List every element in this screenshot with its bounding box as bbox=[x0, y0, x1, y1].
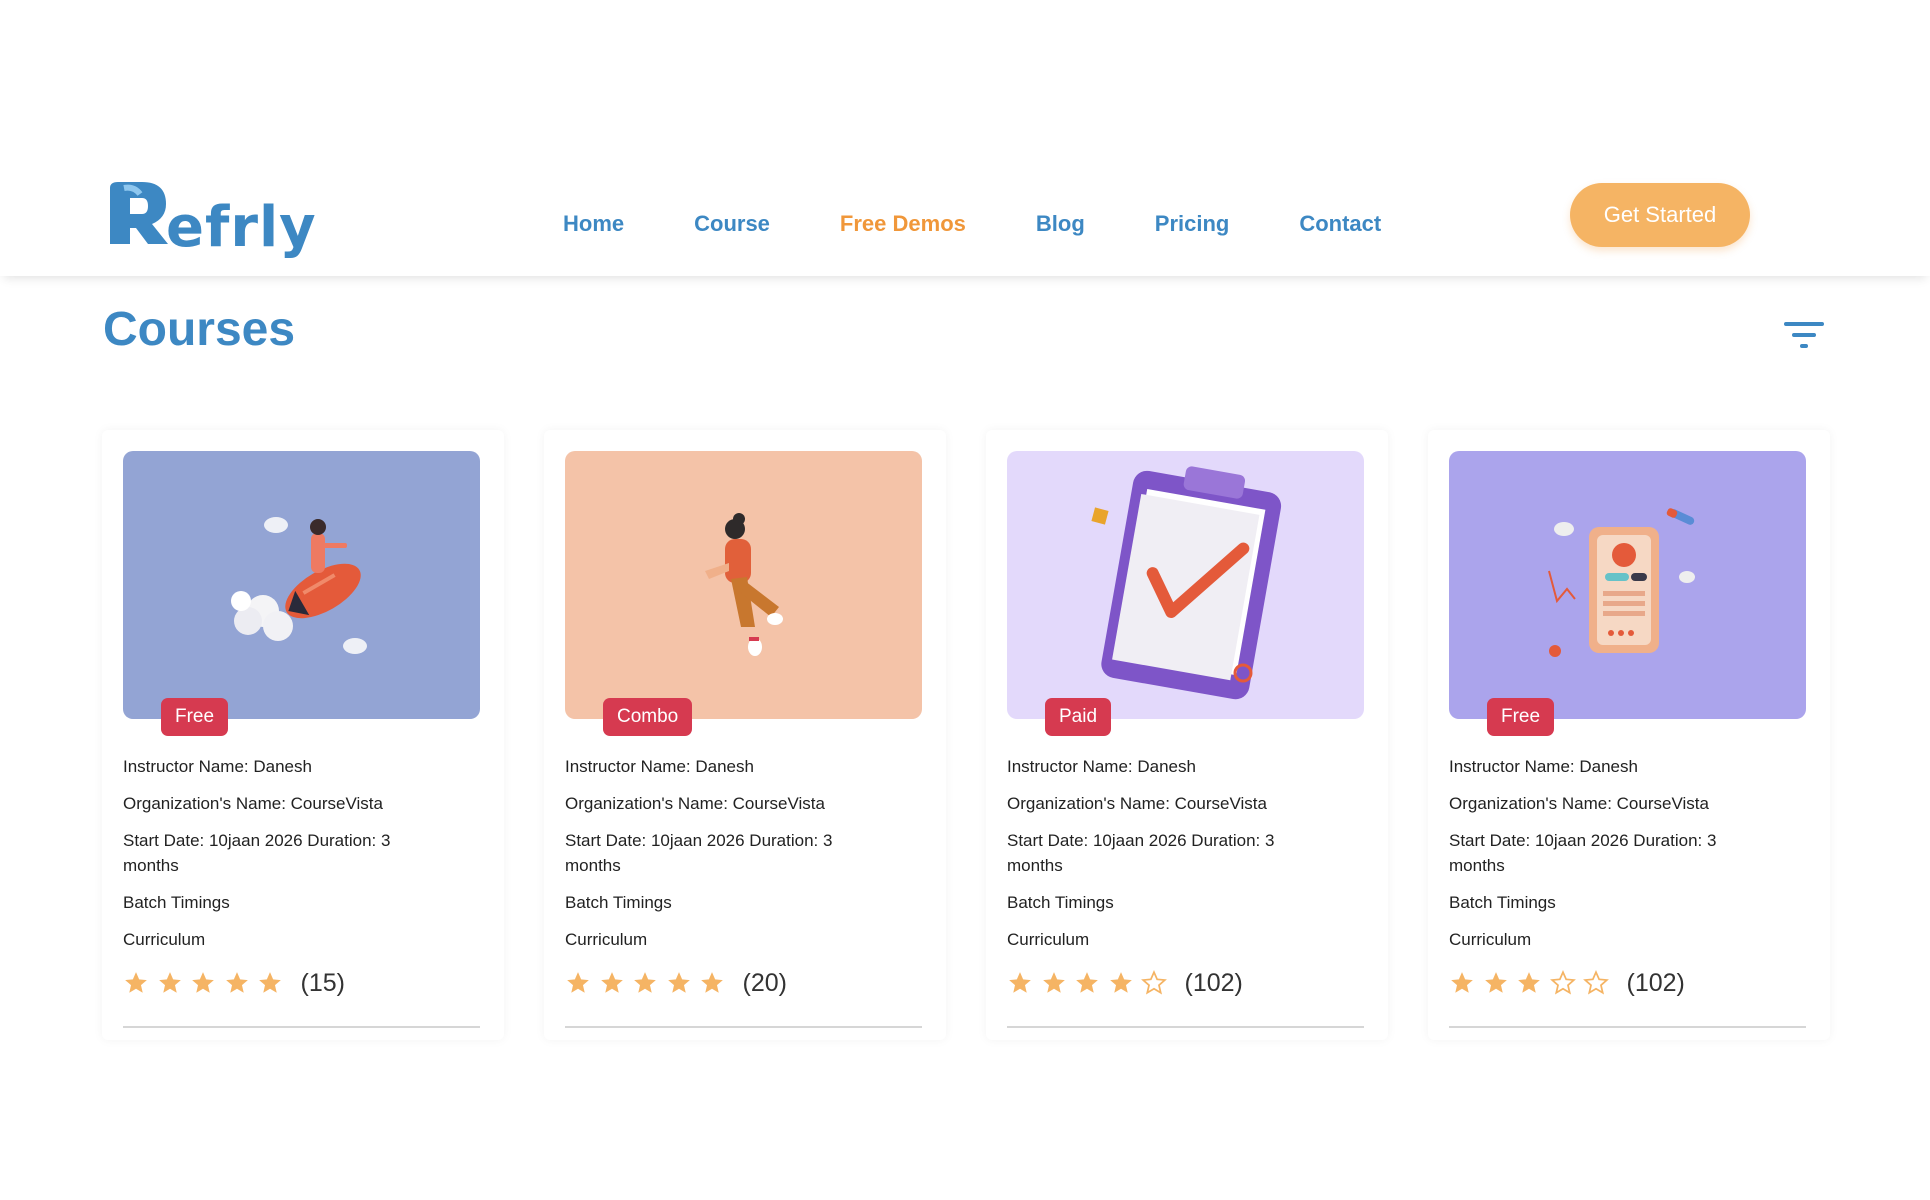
filter-icon bbox=[1784, 322, 1824, 348]
course-thumbnail[interactable] bbox=[1007, 451, 1364, 719]
rating: (102) bbox=[1449, 968, 1685, 998]
course-type-badge: Combo bbox=[603, 698, 693, 736]
site-header: efrly Home Course Free Demos Blog Pricin… bbox=[0, 148, 1930, 276]
course-meta: Instructor Name: Danesh Organization's N… bbox=[1007, 754, 1307, 964]
clipboard-illustration bbox=[1007, 451, 1364, 719]
course-type-badge: Free bbox=[161, 698, 229, 736]
card-divider bbox=[1449, 1026, 1806, 1028]
course-type-badge: Paid bbox=[1045, 698, 1112, 736]
nav-course[interactable]: Course bbox=[694, 211, 770, 237]
start-duration: Start Date: 10jaan 2026 Duration: 3 mont… bbox=[1449, 831, 1717, 875]
course-thumbnail[interactable] bbox=[565, 451, 922, 719]
rating-count: (20) bbox=[742, 968, 787, 997]
start-duration: Start Date: 10jaan 2026 Duration: 3 mont… bbox=[1007, 831, 1275, 875]
curriculum-link[interactable]: Curriculum bbox=[565, 927, 865, 952]
star-filled-icon bbox=[634, 972, 656, 993]
course-card[interactable]: Free Instructor Name: Danesh Organizatio… bbox=[102, 430, 504, 1040]
course-meta: Instructor Name: Danesh Organization's N… bbox=[565, 754, 865, 964]
star-filled-icon bbox=[259, 972, 281, 993]
star-filled-icon bbox=[192, 972, 214, 993]
course-thumbnail[interactable] bbox=[1449, 451, 1806, 719]
star-filled-icon bbox=[1042, 972, 1065, 993]
organization-name: Organization's Name: CourseVista bbox=[1007, 794, 1267, 813]
instructor-name: Instructor Name: Danesh bbox=[1007, 757, 1196, 776]
rating-count: (102) bbox=[1184, 968, 1243, 997]
card-divider bbox=[565, 1026, 922, 1028]
star-filled-icon bbox=[1484, 972, 1507, 993]
star-filled-icon bbox=[1109, 972, 1132, 993]
organization-name: Organization's Name: CourseVista bbox=[123, 794, 383, 813]
rocket-illustration bbox=[123, 451, 480, 719]
rating: (20) bbox=[565, 968, 787, 998]
person-illustration bbox=[565, 451, 922, 719]
rating: (102) bbox=[1007, 968, 1243, 998]
course-card[interactable]: Free Instructor Name: Danesh Organizatio… bbox=[1428, 430, 1830, 1040]
profile-phone-illustration bbox=[1449, 451, 1806, 719]
curriculum-link[interactable]: Curriculum bbox=[1449, 927, 1749, 952]
star-empty-icon bbox=[1549, 970, 1576, 995]
curriculum-link[interactable]: Curriculum bbox=[123, 927, 423, 952]
card-divider bbox=[1007, 1026, 1364, 1028]
organization-name: Organization's Name: CourseVista bbox=[1449, 794, 1709, 813]
star-filled-icon bbox=[567, 972, 589, 993]
star-filled-icon bbox=[701, 972, 723, 993]
instructor-name: Instructor Name: Danesh bbox=[123, 757, 312, 776]
nav-pricing[interactable]: Pricing bbox=[1155, 211, 1230, 237]
star-filled-icon bbox=[600, 972, 623, 993]
start-duration: Start Date: 10jaan 2026 Duration: 3 mont… bbox=[565, 831, 833, 875]
nav-free-demos[interactable]: Free Demos bbox=[840, 211, 966, 237]
svg-text:efrly: efrly bbox=[166, 195, 317, 260]
course-meta: Instructor Name: Danesh Organization's N… bbox=[123, 754, 423, 964]
page: efrly Home Course Free Demos Blog Pricin… bbox=[0, 0, 1930, 1200]
batch-timings-link[interactable]: Batch Timings bbox=[565, 890, 865, 915]
star-rating bbox=[1449, 970, 1617, 996]
instructor-name: Instructor Name: Danesh bbox=[1449, 757, 1638, 776]
page-title: Courses bbox=[103, 303, 296, 356]
course-thumbnail[interactable] bbox=[123, 451, 480, 719]
organization-name: Organization's Name: CourseVista bbox=[565, 794, 825, 813]
star-filled-icon bbox=[1009, 972, 1031, 993]
rating-count: (102) bbox=[1626, 968, 1685, 997]
star-filled-icon bbox=[1076, 972, 1098, 993]
star-rating bbox=[123, 970, 291, 996]
star-filled-icon bbox=[667, 972, 690, 993]
star-filled-icon bbox=[225, 972, 248, 993]
star-filled-icon bbox=[158, 972, 181, 993]
course-card[interactable]: Combo Instructor Name: Danesh Organizati… bbox=[544, 430, 946, 1040]
get-started-button[interactable]: Get Started bbox=[1570, 183, 1750, 247]
star-filled-icon bbox=[125, 972, 147, 993]
course-cards: Free Instructor Name: Danesh Organizatio… bbox=[0, 430, 1930, 1040]
nav-blog[interactable]: Blog bbox=[1036, 211, 1085, 237]
main-nav: Home Course Free Demos Blog Pricing Cont… bbox=[563, 204, 1451, 244]
course-meta: Instructor Name: Danesh Organization's N… bbox=[1449, 754, 1749, 964]
star-rating bbox=[565, 970, 733, 996]
star-empty-icon bbox=[1141, 970, 1167, 995]
rating: (15) bbox=[123, 968, 345, 998]
instructor-name: Instructor Name: Danesh bbox=[565, 757, 754, 776]
star-filled-icon bbox=[1518, 972, 1540, 993]
batch-timings-link[interactable]: Batch Timings bbox=[1007, 890, 1307, 915]
batch-timings-link[interactable]: Batch Timings bbox=[123, 890, 423, 915]
start-duration: Start Date: 10jaan 2026 Duration: 3 mont… bbox=[123, 831, 391, 875]
batch-timings-link[interactable]: Batch Timings bbox=[1449, 890, 1749, 915]
card-divider bbox=[123, 1026, 480, 1028]
course-type-badge: Free bbox=[1487, 698, 1555, 736]
nav-contact[interactable]: Contact bbox=[1299, 211, 1381, 237]
star-empty-icon bbox=[1583, 970, 1609, 995]
star-rating bbox=[1007, 970, 1175, 996]
nav-home[interactable]: Home bbox=[563, 211, 624, 237]
course-card[interactable]: Paid Instructor Name: Danesh Organizatio… bbox=[986, 430, 1388, 1040]
rating-count: (15) bbox=[300, 968, 345, 997]
refrly-logo[interactable]: efrly bbox=[104, 178, 334, 268]
curriculum-link[interactable]: Curriculum bbox=[1007, 927, 1307, 952]
star-filled-icon bbox=[1451, 972, 1473, 993]
filter-button[interactable] bbox=[1782, 316, 1826, 356]
